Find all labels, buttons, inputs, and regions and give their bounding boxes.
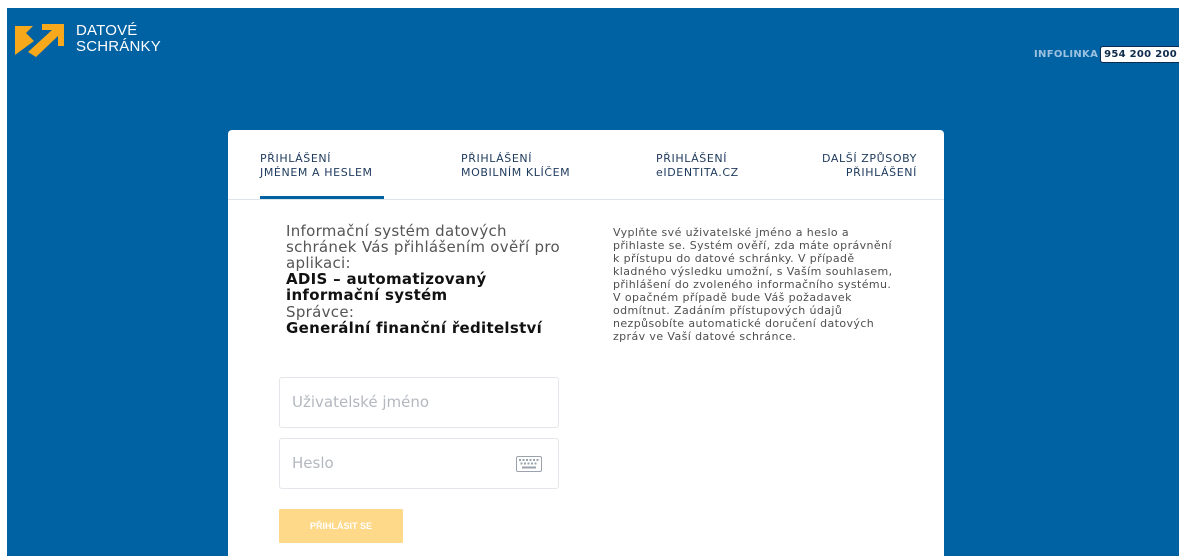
brand-name: DATOVÉ SCHRÁNKY [76, 23, 161, 55]
tab-mobile-key[interactable]: PŘIHLÁŠENÍ MOBILNÍM KLÍČEM [461, 152, 570, 180]
keyboard-icon[interactable] [516, 456, 542, 472]
helpline-phone[interactable]: 954 200 200 [1100, 46, 1179, 63]
tab-name-password-line2: JMÉNEM A HESLEM [260, 166, 373, 179]
administrator-label: Správce: [286, 303, 355, 321]
info-intro: Informační systém datových schránek Vás … [286, 222, 560, 272]
username-input[interactable] [290, 392, 514, 412]
login-card: PŘIHLÁŠENÍ JMÉNEM A HESLEM PŘIHLÁŠENÍ MO… [228, 130, 944, 556]
password-field [279, 438, 559, 489]
password-input[interactable] [290, 453, 514, 473]
tab-other-methods-line1: DALŠÍ ZPŮSOBY [822, 152, 917, 165]
helpline: INFOLINKA 954 200 200 [1034, 46, 1179, 63]
login-button[interactable]: PŘIHLÁSIT SE [279, 509, 403, 543]
tab-mobile-key-line2: MOBILNÍM KLÍČEM [461, 166, 571, 179]
page-background: DATOVÉ SCHRÁNKY INFOLINKA 954 200 200 PŘ… [7, 8, 1179, 556]
tab-eidentita[interactable]: PŘIHLÁŠENÍ eIDENTITA.CZ [656, 152, 739, 180]
tab-eidentita-line1: PŘIHLÁŠENÍ [656, 152, 728, 165]
login-description: Vyplňte své uživatelské jméno a heslo a … [613, 226, 893, 343]
brand-logo[interactable]: DATOVÉ SCHRÁNKY [12, 22, 161, 58]
active-tab-indicator [260, 196, 384, 199]
tab-name-password[interactable]: PŘIHLÁŠENÍ JMÉNEM A HESLEM [260, 152, 373, 180]
brand-name-line2: SCHRÁNKY [76, 38, 161, 55]
application-info: Informační systém datových schránek Vás … [286, 223, 566, 336]
tab-eidentita-line2: eIDENTITA.CZ [656, 166, 739, 179]
datove-schranky-logo-icon [15, 24, 64, 57]
tab-other-methods-line2: PŘIHLÁŠENÍ [845, 166, 917, 179]
administrator-name: Generální finanční ředitelství [286, 319, 543, 337]
login-method-tabs: PŘIHLÁŠENÍ JMÉNEM A HESLEM PŘIHLÁŠENÍ MO… [228, 130, 944, 200]
helpline-label: INFOLINKA [1034, 49, 1099, 60]
application-name: ADIS – automatizovaný informační systém [286, 270, 487, 304]
tab-other-methods[interactable]: DALŠÍ ZPŮSOBY PŘIHLÁŠENÍ [822, 152, 917, 180]
brand-name-line1: DATOVÉ [76, 22, 138, 39]
username-field [279, 377, 559, 428]
tab-mobile-key-line1: PŘIHLÁŠENÍ [461, 152, 533, 165]
tab-name-password-line1: PŘIHLÁŠENÍ [260, 152, 332, 165]
